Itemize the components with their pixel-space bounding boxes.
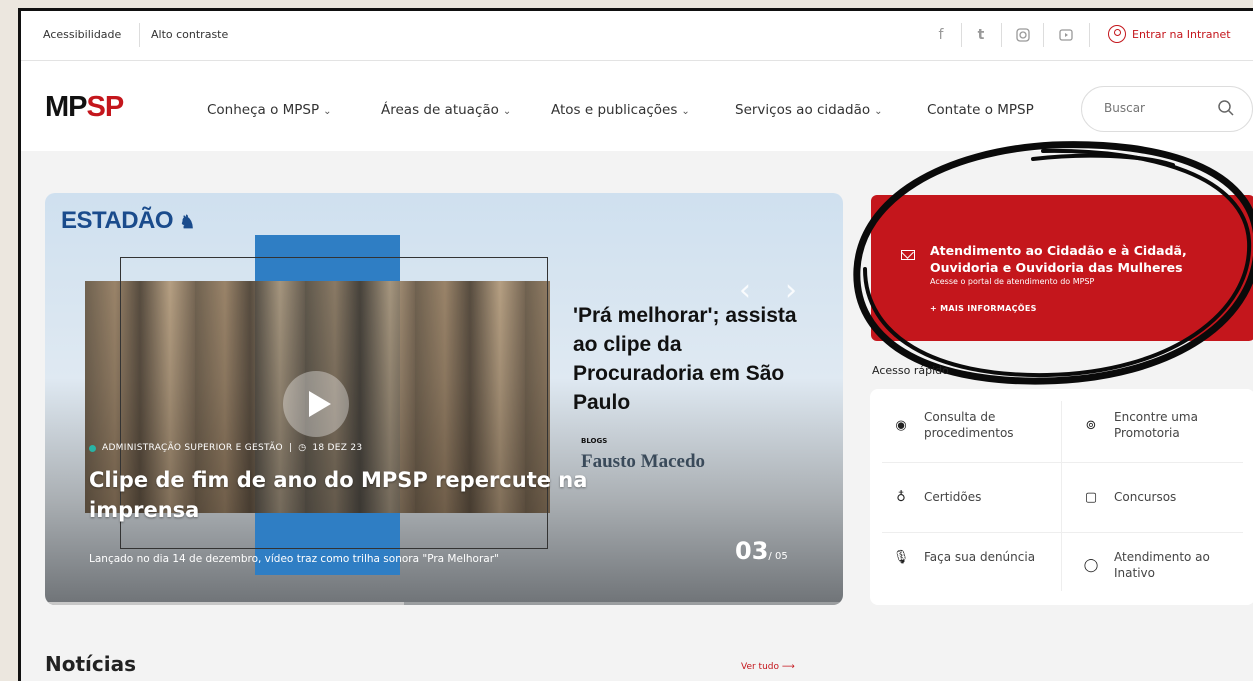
youtube-icon[interactable] — [1056, 25, 1076, 45]
chevron-down-icon: ⌄ — [502, 106, 512, 117]
chat-bubble-icon: ◯ — [1083, 557, 1099, 573]
quick-item-denuncia[interactable]: 🎙 Faça sua denúncia — [892, 549, 1062, 565]
attendance-card[interactable]: Atendimento ao Cidadão e à Cidadã, Ouvid… — [871, 195, 1253, 341]
divider — [882, 532, 1243, 533]
quick-access-panel: ◉ Consulta de procedimentos ⊚ Encontre u… — [870, 389, 1253, 605]
mpsp-logo[interactable]: MPSP — [45, 91, 125, 124]
logo-mp: MP — [45, 91, 87, 123]
search-icon[interactable] — [1217, 99, 1235, 117]
mail-icon — [901, 250, 915, 260]
briefcase-icon: ▢ — [1084, 489, 1098, 505]
slide-category[interactable]: ADMINISTRAÇÃO SUPERIOR E GESTÃO — [102, 443, 283, 453]
quick-item-label: Atendimento ao Inativo — [1114, 550, 1210, 580]
nav-item-atos[interactable]: Atos e publicações ⌄ — [551, 102, 690, 118]
microphone-icon: 🎙 — [892, 549, 910, 565]
divider — [139, 23, 140, 47]
article-headline: 'Prá melhorar'; assista ao clipe da Proc… — [573, 304, 797, 414]
quick-item-certidoes[interactable]: ♁ Certidões — [892, 489, 1062, 505]
clock-icon: ◷ — [298, 443, 307, 453]
quick-item-promotoria[interactable]: ⊚ Encontre uma Promotoria — [1082, 409, 1252, 441]
slide-total: / 05 — [768, 551, 788, 562]
blog-tag: BLOGS — [581, 437, 608, 445]
quick-item-label: Certidões — [924, 490, 982, 504]
slide-progress-fill — [45, 602, 405, 605]
eye-icon: ◉ — [895, 417, 907, 433]
more-info-link[interactable]: + MAIS INFORMAÇÕES — [930, 304, 1037, 313]
search-input[interactable] — [1104, 101, 1204, 115]
divider — [1001, 23, 1002, 47]
quick-item-consulta[interactable]: ◉ Consulta de procedimentos — [892, 409, 1062, 441]
nav-label: Conheça o MPSP — [207, 102, 320, 118]
slide-meta: ADMINISTRAÇÃO SUPERIOR E GESTÃO | ◷ 18 D… — [89, 443, 362, 453]
chevron-down-icon: ⌄ — [681, 106, 690, 117]
category-dot — [89, 444, 96, 452]
play-icon[interactable] — [283, 371, 349, 437]
nav-label: Áreas de atuação — [381, 102, 499, 118]
slide-title[interactable]: Clipe de fim de ano do MPSP repercute na… — [89, 465, 629, 525]
nav-item-contate[interactable]: Contate o MPSP — [927, 102, 1034, 118]
browser-page: Acessibilidade Alto contraste f t Entrar… — [18, 8, 1253, 681]
estadao-logo: ESTADÃO ♞ — [61, 207, 195, 235]
divider — [882, 462, 1243, 463]
utility-bar: Acessibilidade Alto contraste f t Entrar… — [21, 11, 1253, 61]
nav-label: Atos e publicações — [551, 102, 678, 118]
estadao-text: ESTADÃO — [61, 207, 174, 234]
chevron-down-icon: ⌄ — [874, 106, 883, 117]
quick-item-label: Faça sua denúncia — [924, 550, 1036, 564]
quick-item-label: Encontre uma Promotoria — [1114, 410, 1198, 440]
nav-item-areas[interactable]: Áreas de atuação ⌄ — [381, 102, 511, 118]
instagram-icon[interactable] — [1013, 25, 1033, 45]
nav-label: Contate o MPSP — [927, 102, 1034, 118]
intranet-login-link[interactable]: Entrar na Intranet — [1108, 25, 1231, 43]
location-pin-icon: ⊚ — [1085, 417, 1097, 433]
divider: | — [288, 443, 293, 453]
main-nav: MPSP Conheça o MPSP ⌄ Áreas de atuação ⌄ A… — [21, 61, 1253, 151]
horse-icon: ♞ — [179, 212, 195, 232]
slide-current: 03 — [735, 537, 769, 565]
quick-item-label: Concursos — [1114, 490, 1177, 504]
user-icon — [1108, 25, 1126, 43]
logo-sp: SP — [86, 91, 125, 123]
quick-item-concursos[interactable]: ▢ Concursos — [1082, 489, 1252, 505]
high-contrast-link[interactable]: Alto contraste — [151, 28, 228, 41]
nav-item-servicos[interactable]: Serviços ao cidadão ⌄ — [735, 102, 883, 118]
quick-item-label: Consulta de procedimentos — [924, 410, 1014, 440]
slide-counter: 03/ 05 — [735, 537, 788, 565]
divider — [961, 23, 962, 47]
divider — [1043, 23, 1044, 47]
intranet-label: Entrar na Intranet — [1132, 27, 1231, 41]
slide-progress — [45, 602, 843, 605]
quick-access-label: Acesso rápido — [872, 364, 949, 377]
accessibility-link[interactable]: Acessibilidade — [43, 28, 121, 41]
quick-item-inativo[interactable]: ◯ Atendimento ao Inativo — [1082, 549, 1252, 581]
nav-label: Serviços ao cidadão — [735, 102, 871, 118]
slide-date: 18 DEZ 23 — [312, 443, 363, 453]
certificate-icon: ♁ — [896, 489, 906, 505]
slide-subtitle: Lançado no dia 14 de dezembro, vídeo tra… — [89, 553, 499, 565]
see-all-news-link[interactable]: Ver tudo ⟶ — [741, 662, 795, 672]
news-heading: Notícias — [45, 652, 137, 676]
attendance-title: Atendimento ao Cidadão e à Cidadã, Ouvid… — [930, 243, 1187, 275]
facebook-icon[interactable]: f — [931, 25, 951, 45]
twitter-icon[interactable]: t — [971, 25, 991, 45]
attendance-description: Acesse o portal de atendimento do MPSP — [930, 277, 1095, 286]
nav-item-conheca[interactable]: Conheça o MPSP ⌄ — [207, 102, 332, 118]
divider — [1089, 23, 1090, 47]
chevron-down-icon: ⌄ — [323, 106, 332, 117]
hero-carousel[interactable]: ESTADÃO ♞ ‹ › 'Prá melhorar'; assista ao… — [45, 193, 843, 605]
search-box[interactable] — [1081, 86, 1253, 132]
